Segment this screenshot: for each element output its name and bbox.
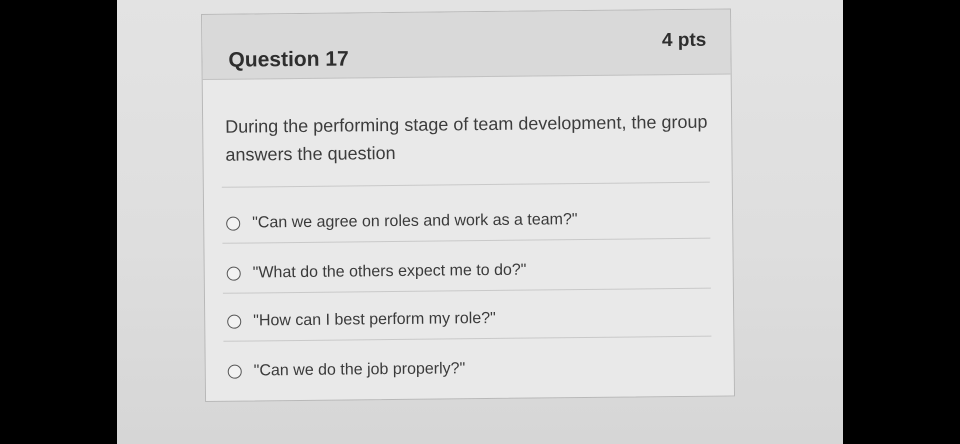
- question-header: Question 17 4 pts: [202, 9, 731, 80]
- question-card: Question 17 4 pts During the performing …: [201, 8, 736, 402]
- answer-option[interactable]: "How can I best perform my role?": [227, 306, 496, 335]
- answer-option[interactable]: "Can we agree on roles and work as a tea…: [226, 207, 578, 237]
- radio-button-icon[interactable]: [227, 364, 242, 379]
- divider: [221, 181, 710, 188]
- answer-label: "Can we do the job properly?": [253, 360, 466, 380]
- answer-label: "How can I best perform my role?": [253, 309, 496, 330]
- answer-label: "What do the others expect me to do?": [252, 261, 527, 282]
- radio-button-icon[interactable]: [227, 314, 242, 329]
- divider: [223, 335, 712, 342]
- question-text: During the performing stage of team deve…: [225, 111, 708, 165]
- divider: [222, 287, 711, 294]
- question-points: 4 pts: [661, 29, 707, 52]
- radio-button-icon[interactable]: [226, 266, 241, 281]
- answer-option[interactable]: "What do the others expect me to do?": [226, 258, 527, 287]
- radio-button-icon[interactable]: [226, 216, 241, 231]
- divider: [222, 237, 711, 244]
- answer-label: "Can we agree on roles and work as a tea…: [252, 211, 578, 232]
- answer-option[interactable]: "Can we do the job properly?": [227, 356, 466, 384]
- question-title: Question 17: [228, 47, 349, 72]
